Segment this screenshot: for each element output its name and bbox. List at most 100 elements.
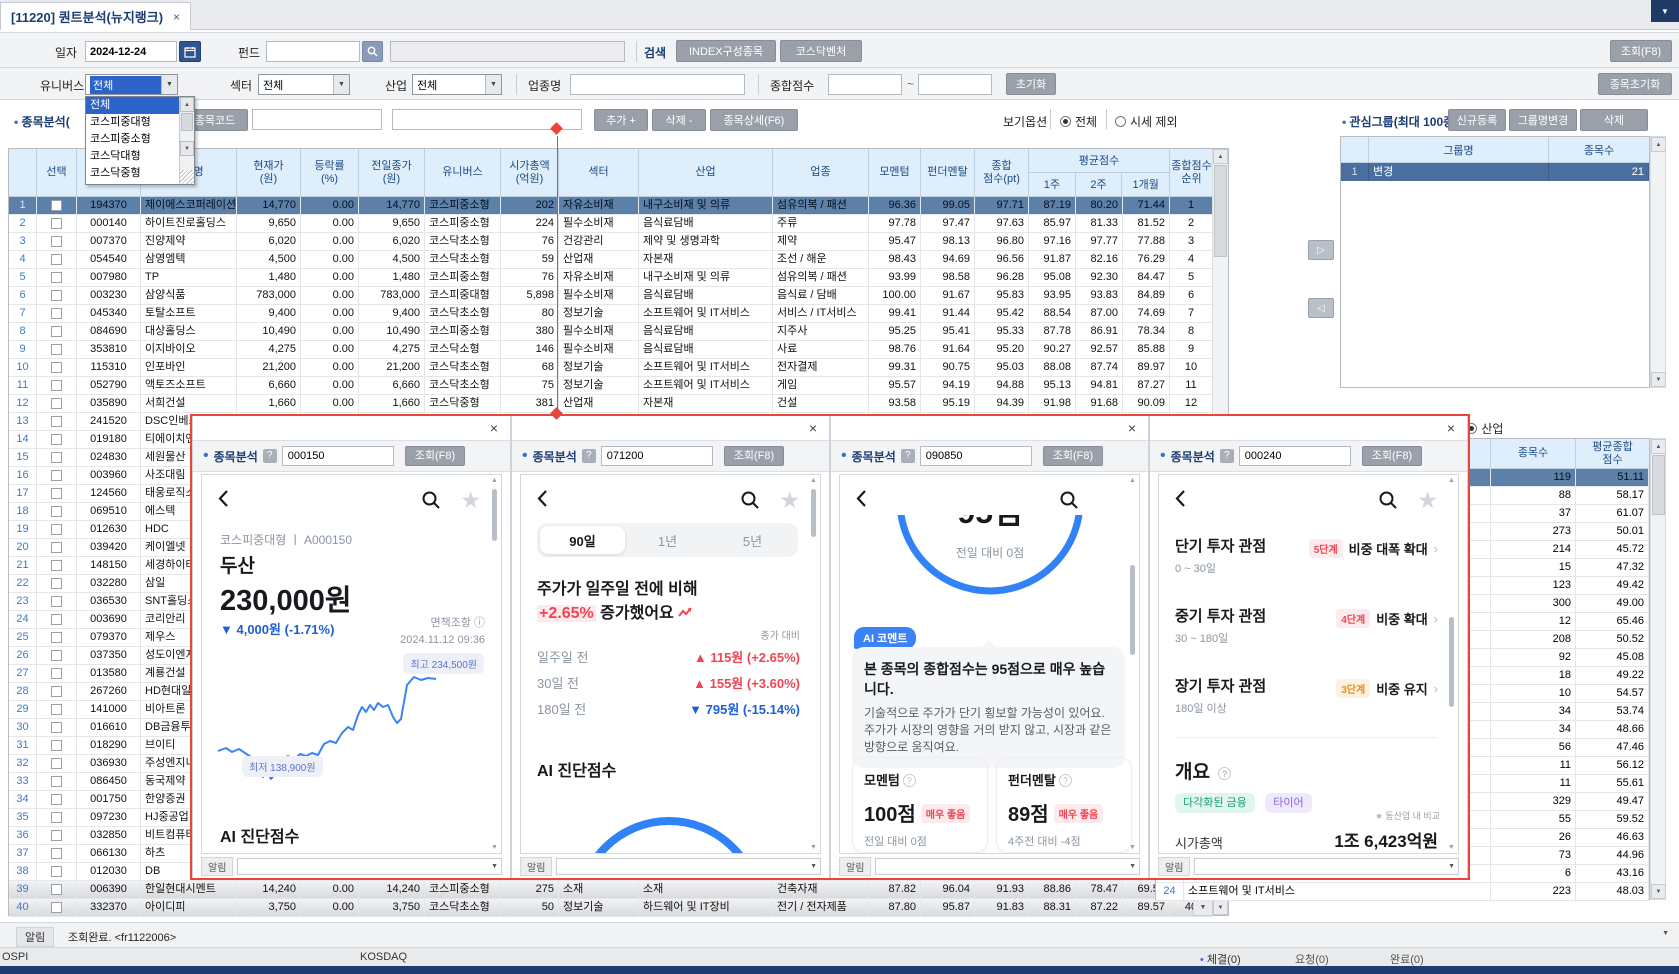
help-icon[interactable]: ? <box>263 449 277 463</box>
row-checkbox[interactable] <box>37 809 77 826</box>
dropdown-item[interactable]: 코스피중대형 <box>86 114 179 131</box>
group-new-button[interactable]: 신규등록 <box>1448 109 1506 131</box>
alarm-dropdown[interactable]: ▼ <box>875 858 1140 875</box>
move-right-button[interactable]: ▷ <box>1308 240 1334 260</box>
industry-row[interactable]: 24소프트웨어 및 IT서비스22348.03 <box>1156 883 1649 901</box>
popup3-query-button[interactable]: 조회(F8) <box>1043 446 1103 466</box>
row-checkbox[interactable] <box>37 557 77 574</box>
score-min-input[interactable] <box>828 74 902 95</box>
resize-grip[interactable] <box>180 170 194 184</box>
star-icon[interactable]: ★ <box>779 487 800 514</box>
row-checkbox[interactable] <box>37 251 77 268</box>
table-row[interactable]: 7045340토탈소프트9,4000.009,400코스닥초소형80정보기술소프… <box>9 305 1213 323</box>
industry-scrollbar[interactable]: ▲ ▼ <box>1650 438 1666 900</box>
table-row[interactable]: 4054540삼영엠텍4,5000.004,500코스닥초소형59산업재자본재조… <box>9 251 1213 269</box>
chevron-down-icon[interactable]: ▼ <box>1662 930 1669 937</box>
group-delete-button[interactable]: 삭제 <box>1580 109 1648 131</box>
mid-term-view[interactable]: 중기 투자 관점 30 ~ 180일 4단계비중 확대› <box>1175 605 1438 645</box>
popup3-code-input[interactable] <box>920 446 1032 466</box>
scroll-down-icon[interactable]: ▼ <box>491 844 498 851</box>
delete-button[interactable]: 삭제 - <box>652 109 706 131</box>
row-checkbox[interactable] <box>37 629 77 646</box>
close-icon[interactable]: × <box>490 420 498 436</box>
row-checkbox[interactable] <box>37 575 77 592</box>
close-icon[interactable]: × <box>1128 420 1136 436</box>
search-icon[interactable] <box>362 41 383 62</box>
scrollbar-thumb[interactable] <box>1214 165 1227 257</box>
row-checkbox[interactable] <box>37 611 77 628</box>
scrollbar-thumb[interactable] <box>811 489 816 537</box>
row-checkbox[interactable] <box>37 323 77 340</box>
row-checkbox[interactable] <box>37 683 77 700</box>
search-icon[interactable] <box>1059 490 1079 515</box>
dropdown-item[interactable]: 코스피중소형 <box>86 131 179 148</box>
row-checkbox[interactable] <box>37 305 77 322</box>
dropdown-item[interactable]: 전체 <box>86 97 179 114</box>
row-checkbox[interactable] <box>37 287 77 304</box>
dropdown-item[interactable]: 코스닥대형 <box>86 148 179 165</box>
row-checkbox[interactable] <box>37 431 77 448</box>
scroll-down-icon[interactable]: ▼ <box>1651 884 1666 899</box>
search-icon[interactable] <box>1378 490 1398 515</box>
help-icon[interactable]: ? <box>582 449 596 463</box>
close-icon[interactable]: × <box>1447 420 1455 436</box>
radio-on-icon[interactable] <box>1060 116 1071 127</box>
date-input[interactable] <box>85 41 177 62</box>
row-checkbox[interactable] <box>37 413 77 430</box>
row-checkbox[interactable] <box>37 755 77 772</box>
table-row[interactable]: 12035890서희건설1,6600.001,660코스닥중형381산업재자본재… <box>9 395 1213 413</box>
table-row[interactable]: 3007370진양제약6,0200.006,020코스닥초소형76건강관리제약 … <box>9 233 1213 251</box>
stock-code-input[interactable] <box>252 109 382 130</box>
back-icon[interactable] <box>856 489 867 513</box>
scroll-down-icon[interactable]: ▼ <box>1448 844 1455 851</box>
industry-radio[interactable]: 산업 <box>1466 422 1503 436</box>
scrollbar-thumb[interactable] <box>1130 565 1135 655</box>
scroll-up-icon[interactable]: ▲ <box>1651 439 1666 454</box>
row-checkbox[interactable] <box>37 521 77 538</box>
table-row[interactable]: 1194370제이에스코퍼레이션14,7700.0014,770코스피중소형20… <box>9 197 1213 215</box>
row-checkbox[interactable] <box>37 899 77 916</box>
row-checkbox[interactable] <box>37 593 77 610</box>
help-circle-icon[interactable]: ? <box>903 774 916 787</box>
universe-select[interactable]: 전체 ▼ <box>85 74 178 95</box>
radio-on-icon[interactable] <box>1466 423 1477 434</box>
table-row[interactable]: 9353810이지바이오4,2750.004,275코스닥소형146필수소비재음… <box>9 341 1213 359</box>
back-icon[interactable] <box>218 489 229 513</box>
kosdaq-venture-button[interactable]: 코스닥벤처 <box>780 40 862 62</box>
scroll-up-icon[interactable]: ▲ <box>180 97 194 112</box>
popup4-code-input[interactable] <box>1239 446 1351 466</box>
tab-1y[interactable]: 1년 <box>625 526 710 554</box>
scroll-up-icon[interactable]: ▲ <box>1651 137 1666 152</box>
tab-close-icon[interactable]: × <box>173 10 180 24</box>
watch-group-scrollbar[interactable]: ▲ ▼ <box>1650 136 1666 388</box>
scroll-up-icon[interactable]: ▲ <box>810 477 817 484</box>
row-checkbox[interactable] <box>37 701 77 718</box>
radio-all[interactable]: 전체 <box>1060 113 1097 130</box>
row-dropdown-icon[interactable]: ▼ <box>1193 899 1213 916</box>
scrollbar-thumb[interactable] <box>492 489 497 541</box>
filled-orders-label[interactable]: • 체결(0) <box>1200 951 1241 967</box>
scroll-up-icon[interactable]: ▲ <box>1129 477 1136 484</box>
help-icon[interactable]: ? <box>901 449 915 463</box>
stock-reset-button[interactable]: 종목초기화 <box>1598 73 1672 95</box>
group-rename-button[interactable]: 그룹명변경 <box>1509 109 1577 131</box>
dropdown-scrollbar[interactable]: ▲ ▼ <box>179 97 194 184</box>
row-checkbox[interactable] <box>37 773 77 790</box>
popup2-query-button[interactable]: 조회(F8) <box>724 446 784 466</box>
popup1-code-input[interactable] <box>282 446 394 466</box>
table-row[interactable]: 11052790액토즈소프트6,6600.006,660코스닥초소형75정보기술… <box>9 377 1213 395</box>
industry-select[interactable]: 전체 ▼ <box>412 74 502 95</box>
row-checkbox[interactable] <box>37 215 77 232</box>
search-icon[interactable] <box>421 490 441 515</box>
row-checkbox[interactable] <box>37 197 77 214</box>
row-checkbox[interactable] <box>37 719 77 736</box>
tab-90d[interactable]: 90일 <box>540 526 625 554</box>
watch-group-row[interactable]: 1변경21 <box>1341 163 1649 181</box>
help-icon[interactable]: ? <box>1220 449 1234 463</box>
scroll-down-icon[interactable]: ▼ <box>1213 900 1228 915</box>
chevron-down-icon[interactable]: ▼ <box>485 75 501 94</box>
row-checkbox[interactable] <box>37 845 77 862</box>
row-checkbox[interactable] <box>37 791 77 808</box>
popup4-query-button[interactable]: 조회(F8) <box>1362 446 1422 466</box>
scrollbar-thumb[interactable] <box>1449 617 1454 707</box>
